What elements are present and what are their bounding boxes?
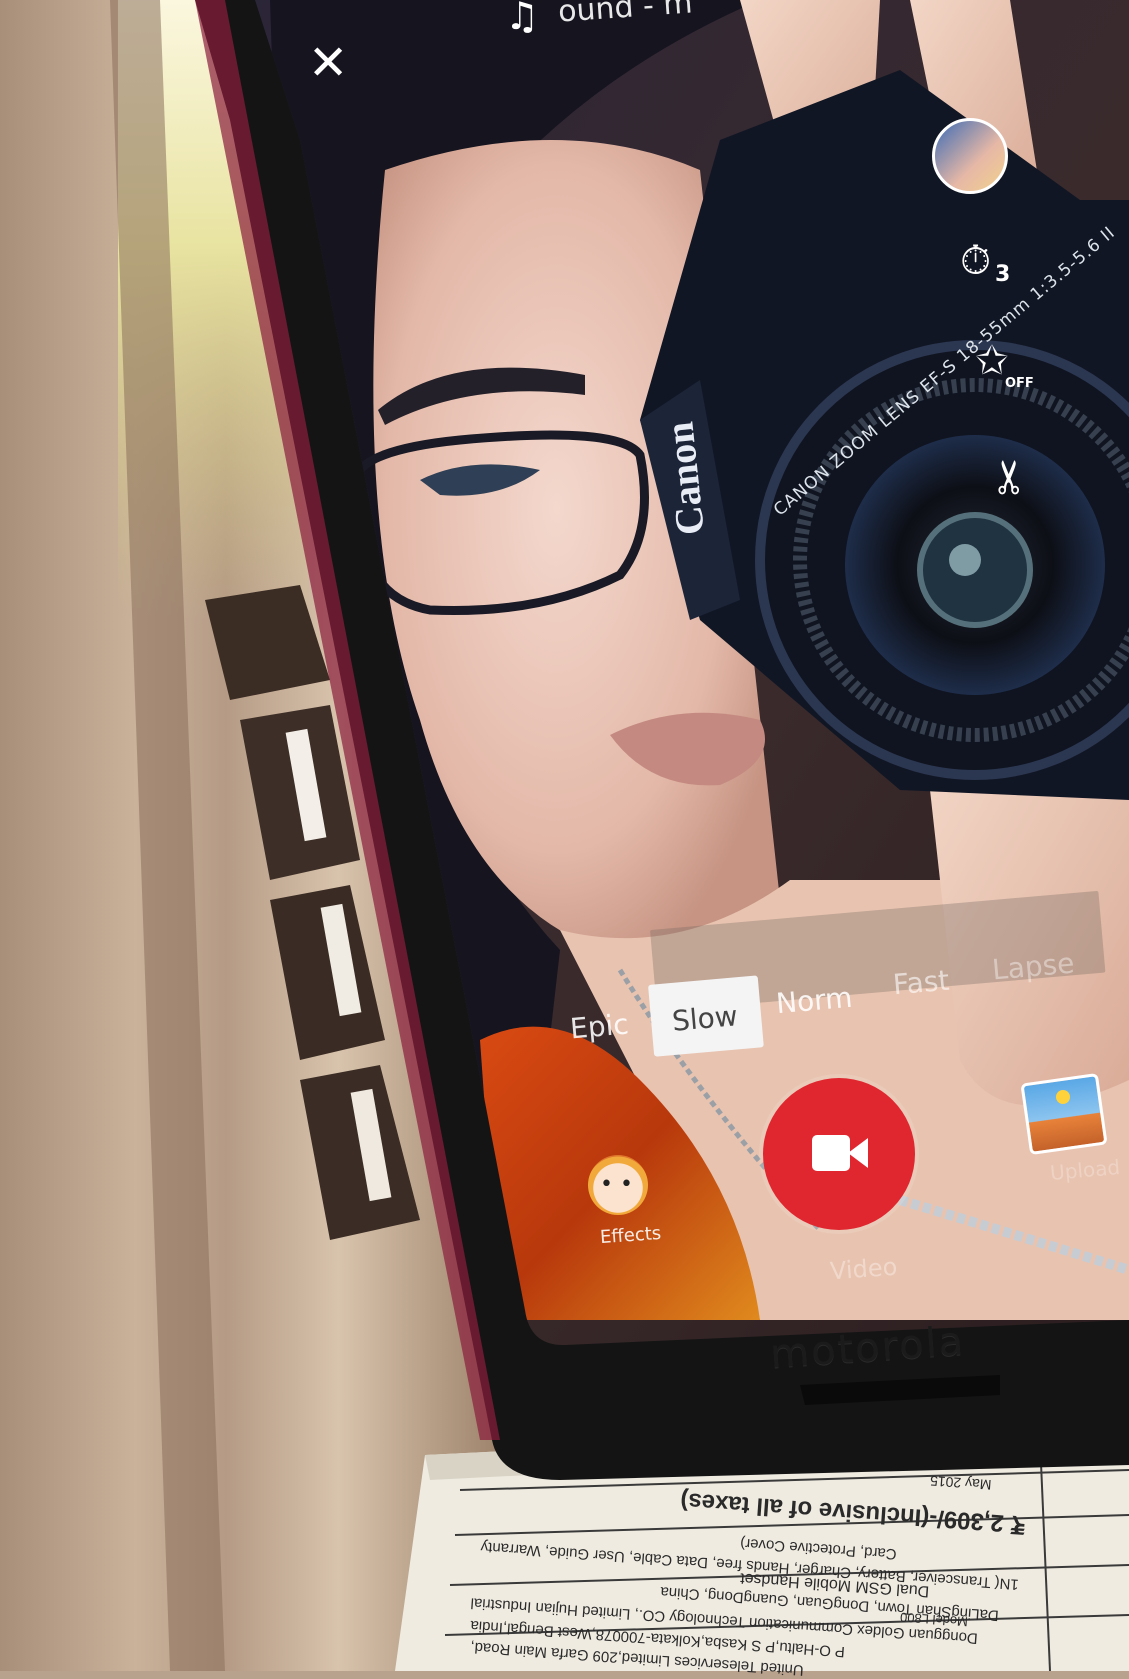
video-label[interactable]: Video [829, 1253, 898, 1286]
close-icon[interactable]: ✕ [308, 35, 348, 91]
video-camera-icon-lens [848, 1138, 868, 1168]
speed-option-epic[interactable]: Epic [569, 1008, 630, 1046]
timer-icon[interactable]: ⏱ [960, 238, 991, 284]
effects-face-eyes: • • [600, 1172, 633, 1197]
beauty-badge: OFF [1005, 376, 1034, 391]
speed-option-fast[interactable]: Fast [892, 964, 951, 1002]
gallery-upload-icon[interactable] [1020, 1072, 1108, 1156]
video-camera-icon [812, 1135, 850, 1171]
speed-option-norm[interactable]: Norm [775, 981, 854, 1021]
gallery-sun-icon [1056, 1090, 1070, 1104]
scissors-icon[interactable]: ✂ [982, 458, 1036, 497]
speed-option-slow-label: Slow [670, 999, 739, 1038]
profile-avatar[interactable] [932, 118, 1008, 194]
music-note-icon[interactable]: ♫ [505, 0, 539, 38]
effects-label[interactable]: Effects [599, 1223, 662, 1248]
timer-badge: 3 [995, 262, 1011, 287]
